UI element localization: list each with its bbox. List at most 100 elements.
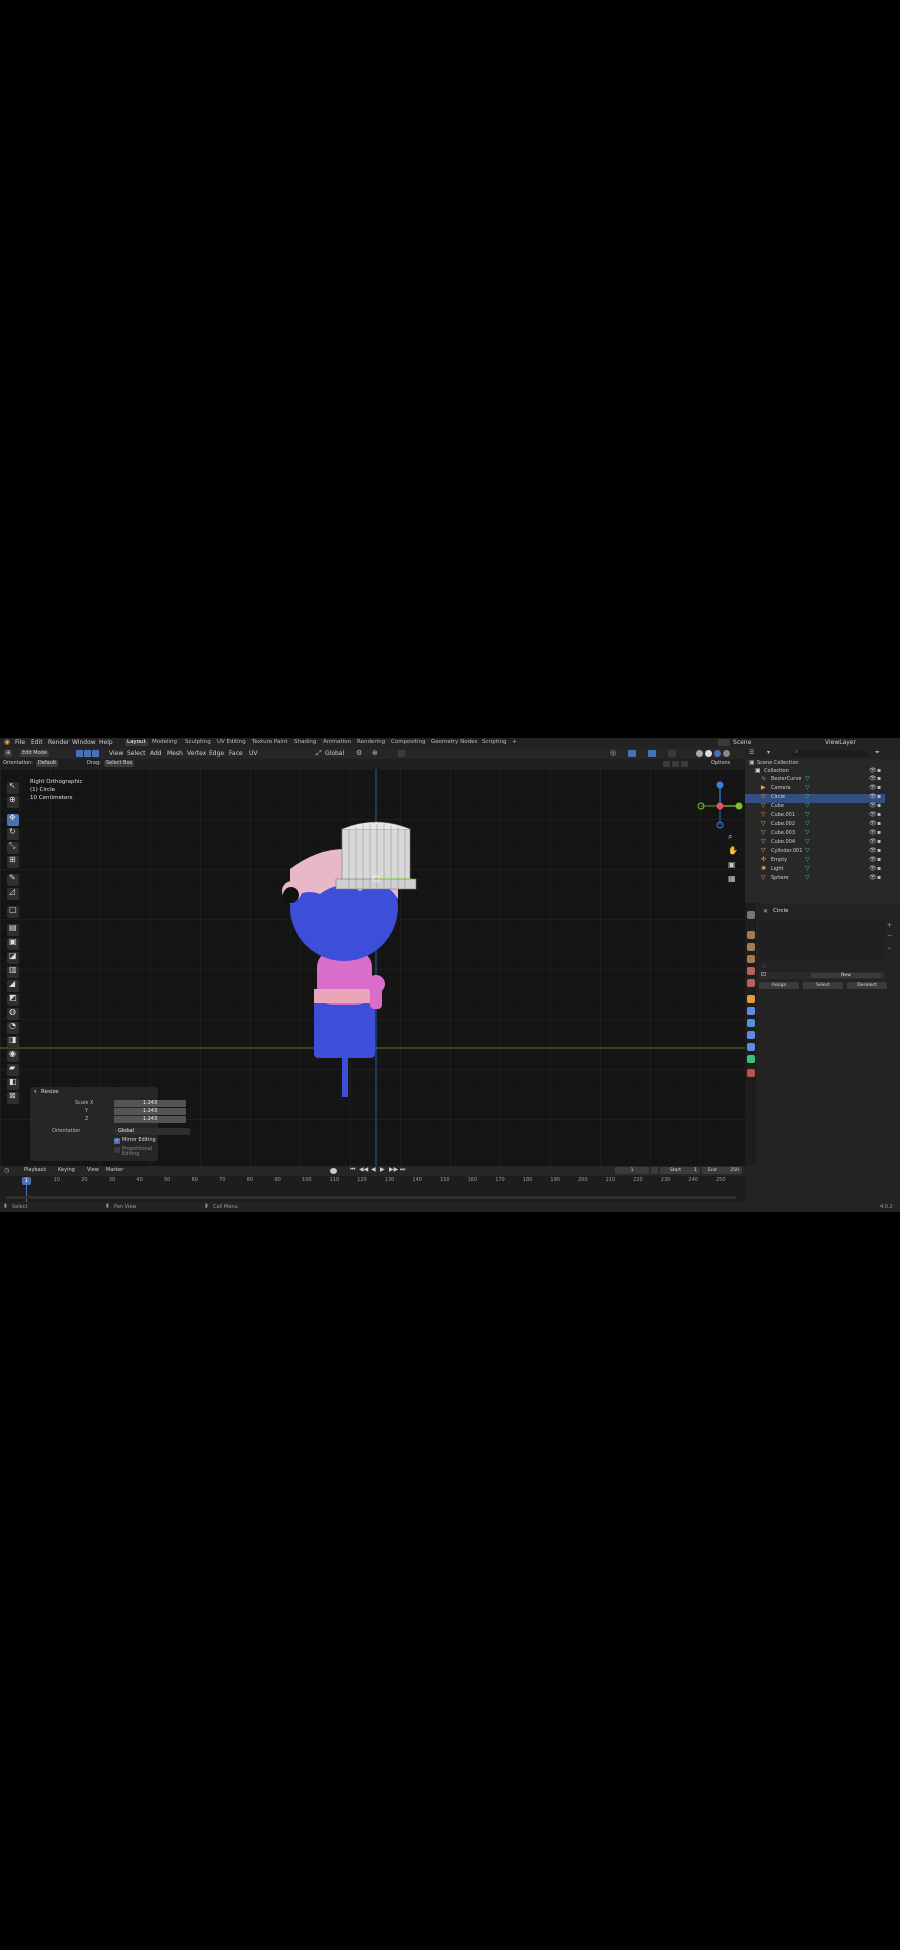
scale-z-field[interactable]: 1.243	[114, 1116, 186, 1123]
shading-rendered-icon[interactable]	[723, 750, 730, 757]
select-button[interactable]: Select	[803, 982, 843, 989]
new-vertex-group-button[interactable]: New	[811, 973, 881, 978]
snap-icon[interactable]: ⊕	[372, 750, 378, 757]
record-toggle-icon[interactable]	[330, 1168, 337, 1174]
drag-dropdown[interactable]: Select Box	[104, 760, 135, 767]
outliner-item[interactable]: ▽ Cube.004 ▽ 👁 ▪	[745, 839, 885, 848]
tool-tweak[interactable]: ↖	[7, 782, 19, 794]
outliner-item[interactable]: ▽ Circle ▽ 👁 ▪	[745, 794, 885, 803]
edge-select-icon[interactable]	[84, 750, 91, 757]
pan-hand-icon[interactable]: ✋	[728, 847, 738, 855]
tab-animation[interactable]: Animation	[323, 739, 351, 746]
menu-add[interactable]: Add	[150, 751, 162, 757]
timeline-area[interactable]: 10 20 30 40 50 60 70 80 90 100 110 120 130 140 150 160 1…	[0, 1176, 745, 1202]
timeline-scrollbar[interactable]	[6, 1196, 736, 1199]
tab-uv-editing[interactable]: UV Editing	[217, 739, 246, 746]
preview-range-icon[interactable]	[651, 1167, 658, 1174]
proportional-editing-checkbox[interactable]	[114, 1147, 120, 1153]
timeline-editor-icon[interactable]: ◷	[4, 1168, 9, 1174]
mesh-data-icon[interactable]: ▽	[805, 839, 810, 845]
world-tab-icon[interactable]	[747, 979, 755, 987]
tool-rip[interactable]: ◧	[7, 1078, 19, 1090]
proportional-edit-icon[interactable]	[398, 750, 405, 757]
mesh-data-icon[interactable]: ▽	[805, 812, 810, 818]
render-camera-icon[interactable]: ▪	[877, 768, 881, 774]
outliner-editor-icon[interactable]: ☰	[749, 750, 754, 756]
tool-spin[interactable]: ◍	[7, 1008, 19, 1020]
render-camera-icon[interactable]: ▪	[877, 794, 881, 800]
tool-rotate[interactable]: ↻	[7, 828, 19, 840]
object-tab-icon[interactable]	[747, 995, 755, 1003]
output-tab-icon[interactable]	[747, 943, 755, 951]
mesh-data-icon[interactable]: ▽	[805, 830, 810, 836]
mesh-data-icon[interactable]: ▽	[805, 848, 810, 854]
start-frame-field[interactable]: Start 1	[660, 1167, 700, 1174]
menu-vertex[interactable]: Vertex	[187, 751, 206, 757]
jump-end-icon[interactable]: ⏭	[400, 1167, 405, 1173]
transform-orientation[interactable]: Global	[325, 751, 344, 757]
camera-view-icon[interactable]: ▣	[728, 861, 736, 869]
orientation-dropdown[interactable]: Default	[36, 760, 59, 767]
add-workspace-button[interactable]: +	[512, 739, 517, 746]
snap-settings-icon[interactable]	[663, 761, 670, 767]
tool-inset[interactable]: ▣	[7, 938, 19, 950]
options-dropdown[interactable]: Options	[711, 761, 730, 766]
render-camera-icon[interactable]: ▪	[877, 866, 881, 872]
eye-icon[interactable]: 👁	[869, 768, 877, 774]
tool-poly-build[interactable]: ◩	[7, 994, 19, 1006]
menu-edge[interactable]: Edge	[209, 751, 224, 757]
render-camera-icon[interactable]: ▪	[877, 875, 881, 881]
eye-icon[interactable]: 👁	[869, 857, 877, 863]
render-camera-icon[interactable]: ▪	[877, 830, 881, 836]
render-camera-icon[interactable]: ▪	[877, 785, 881, 791]
menu-uv[interactable]: UV	[249, 751, 258, 757]
menu-keying[interactable]: Keying	[58, 1168, 75, 1173]
scale-x-field[interactable]: 1.243	[114, 1100, 186, 1107]
scene-tab-icon[interactable]	[747, 967, 755, 975]
mesh-data-icon[interactable]: ▽	[805, 857, 810, 863]
tool-shrink[interactable]: ◉	[7, 1050, 19, 1062]
constraints-tab-icon[interactable]	[747, 1043, 755, 1051]
pin-icon[interactable]: ✕	[763, 909, 768, 915]
list-resize-handle-icon[interactable]: ∷	[763, 965, 766, 970]
outliner-item[interactable]: ▽ Cube.003 ▽ 👁 ▪	[745, 830, 885, 839]
assign-button[interactable]: Assign	[759, 982, 799, 989]
modifier-tab-icon[interactable]	[747, 1007, 755, 1015]
mirror-editing-checkbox[interactable]: ✓	[114, 1138, 120, 1144]
outliner-search-input[interactable]	[793, 750, 868, 757]
tool-edge-slide[interactable]: ◨	[7, 1036, 19, 1048]
remove-vertex-group-icon[interactable]: −	[887, 933, 892, 939]
editor-type-icon[interactable]: ⊞	[4, 750, 13, 757]
overlay-toggle-icon[interactable]	[648, 750, 656, 757]
tool-tab-icon[interactable]	[747, 911, 755, 919]
display-mode-icon[interactable]: ▾	[767, 750, 770, 756]
outliner-item[interactable]: ▽ Cube ▽ 👁 ▪	[745, 803, 885, 812]
eye-icon[interactable]: 👁	[869, 821, 877, 827]
data-tab-icon[interactable]	[747, 1055, 755, 1063]
pivot-icon[interactable]: ⚙	[356, 750, 362, 757]
mesh-data-icon[interactable]: ▽	[805, 776, 810, 782]
tab-compositing[interactable]: Compositing	[391, 739, 425, 746]
tool-measure[interactable]: ◿	[7, 888, 19, 900]
outliner-item[interactable]: ▽ Cube.002 ▽ 👁 ▪	[745, 821, 885, 830]
scene-name[interactable]: Scene	[733, 740, 751, 746]
tab-scripting[interactable]: Scripting	[482, 739, 506, 746]
menu-select[interactable]: Select	[127, 751, 146, 757]
tool-shear[interactable]: ▰	[7, 1064, 19, 1076]
shading-material-icon[interactable]	[714, 750, 721, 757]
render-tab-icon[interactable]	[747, 931, 755, 939]
tool-cursor[interactable]: ⊕	[7, 796, 19, 808]
vertex-group-menu-icon[interactable]: ⌄	[887, 945, 892, 951]
render-camera-icon[interactable]: ▪	[877, 812, 881, 818]
tab-geometry-nodes[interactable]: Geometry Nodes	[431, 739, 477, 746]
vertex-group-row[interactable]: ⊡ New	[759, 972, 885, 979]
tab-texture-paint[interactable]: Texture Paint	[252, 739, 288, 746]
physics-tab-icon[interactable]	[747, 1031, 755, 1039]
visibility-icon[interactable]: ◎	[610, 750, 616, 757]
eye-icon[interactable]: 👁	[869, 803, 877, 809]
menu-timeline-view[interactable]: View	[87, 1168, 99, 1173]
menu-face[interactable]: Face	[229, 751, 243, 757]
tool-scale[interactable]: ⤡	[7, 842, 19, 854]
xray-toggle-icon[interactable]	[668, 750, 676, 757]
render-camera-icon[interactable]: ▪	[877, 776, 881, 782]
